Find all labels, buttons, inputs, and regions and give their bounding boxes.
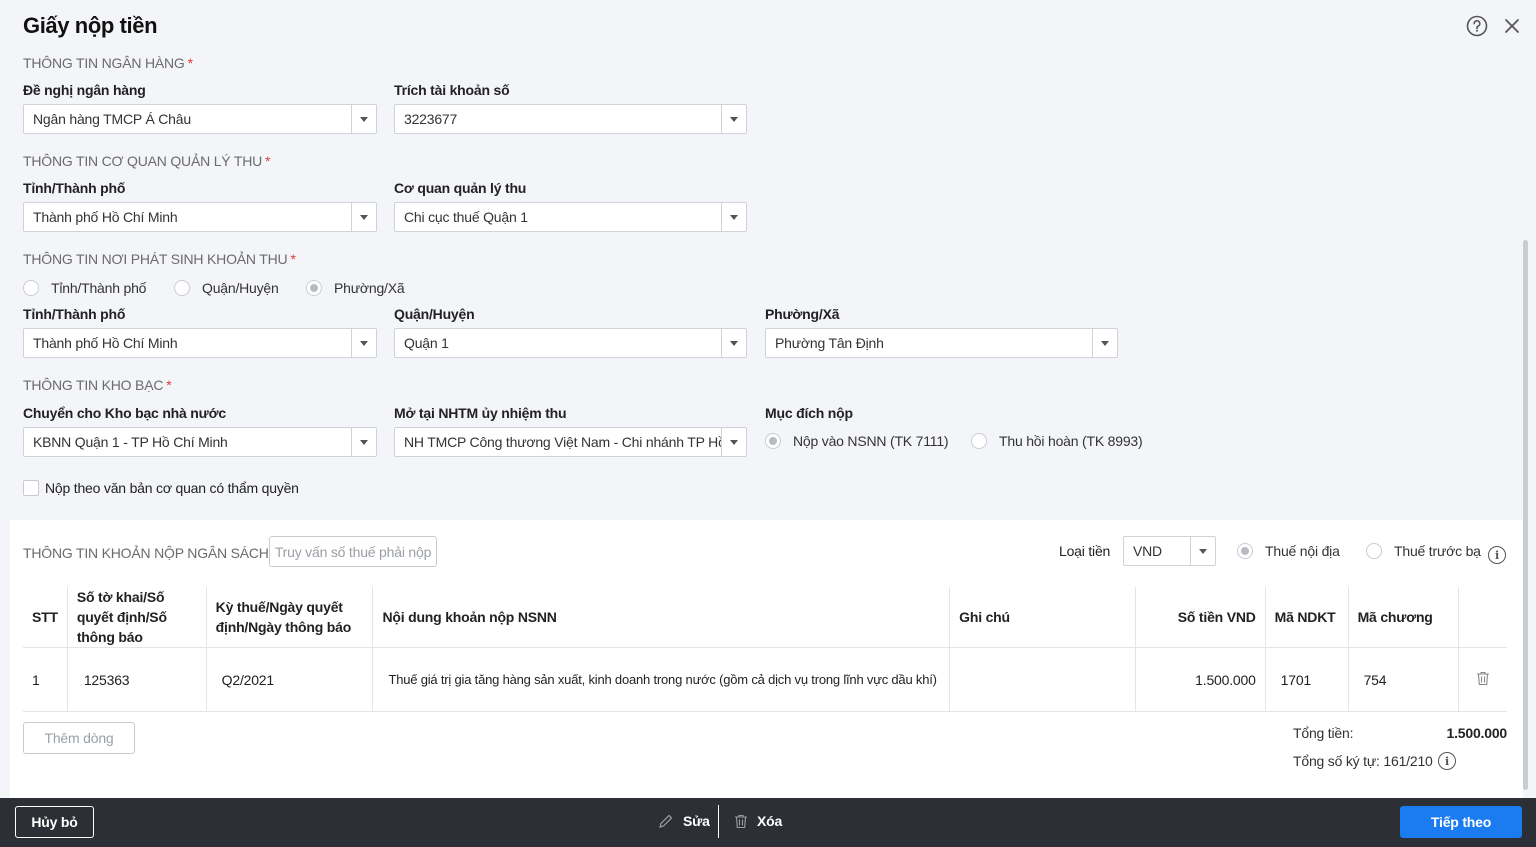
authority-doc-checkbox[interactable]	[23, 480, 39, 496]
agency-section-title: THÔNG TIN CƠ QUAN QUẢN LÝ THU *	[23, 153, 271, 169]
authority-doc-label: Nộp theo văn bản cơ quan có thẩm quyền	[45, 480, 299, 496]
treasury-select[interactable]: KBNN Quận 1 - TP Hồ Chí Minh	[23, 427, 377, 457]
origin-district-label: Quận/Huyện	[394, 306, 475, 322]
radio-ward[interactable]: Phường/Xã	[306, 280, 405, 296]
pencil-icon	[658, 813, 674, 829]
cell-note[interactable]	[949, 647, 1136, 712]
origin-district-select[interactable]: Quận 1	[394, 328, 747, 358]
chevron-down-icon[interactable]	[351, 428, 376, 456]
collect-bank-label: Mở tại NHTM ủy nhiệm thu	[394, 405, 567, 421]
cell-decl[interactable]: 125363	[67, 647, 207, 712]
agency-select[interactable]: Chi cục thuế Quận 1	[394, 202, 747, 232]
chevron-down-icon[interactable]	[721, 203, 746, 231]
char-count: Tổng số ký tự: 161/210	[1293, 753, 1433, 769]
chevron-down-icon[interactable]	[721, 428, 746, 456]
cell-ndkt[interactable]: 1701	[1265, 647, 1349, 712]
footer-divider	[718, 805, 719, 838]
chevron-down-icon[interactable]	[351, 105, 376, 133]
cancel-button[interactable]: Hủy bỏ	[15, 806, 94, 838]
cell-chapter[interactable]: 754	[1348, 647, 1460, 712]
col-stt: STT	[23, 587, 68, 648]
origin-province-label: Tỉnh/Thành phố	[23, 306, 126, 322]
delete-row-cell	[1458, 647, 1507, 712]
currency-select[interactable]: VND	[1123, 536, 1216, 566]
total-label: Tổng tiền:	[1293, 725, 1354, 741]
origin-ward-select[interactable]: Phường Tân Định	[765, 328, 1118, 358]
radio-purpose-refund[interactable]: Thu hồi hoàn (TK 8993)	[971, 433, 1143, 449]
treasury-label: Chuyển cho Kho bạc nhà nước	[23, 405, 226, 421]
purpose-label: Mục đích nộp	[765, 405, 853, 421]
radio-tax-registration[interactable]: Thuế trước bạ	[1366, 543, 1481, 559]
bank-label: Đề nghị ngân hàng	[23, 82, 146, 98]
account-select[interactable]: 3223677	[394, 104, 747, 134]
cell-period[interactable]: Q2/2021	[206, 647, 374, 712]
agency-province-select[interactable]: Thành phố Hồ Chí Minh	[23, 202, 377, 232]
agency-province-label: Tỉnh/Thành phố	[23, 180, 126, 196]
add-row-button[interactable]: Thêm dòng	[23, 722, 135, 754]
chevron-down-icon[interactable]	[351, 203, 376, 231]
next-button[interactable]: Tiếp theo	[1400, 806, 1522, 838]
chevron-down-icon[interactable]	[721, 329, 746, 357]
bank-select[interactable]: Ngân hàng TMCP Á Châu	[23, 104, 377, 134]
col-chapter: Mã chương	[1348, 587, 1460, 648]
trash-icon	[734, 814, 748, 829]
radio-purpose-nsnn[interactable]: Nộp vào NSNN (TK 7111)	[765, 433, 949, 449]
origin-ward-label: Phường/Xã	[765, 306, 840, 322]
treasury-section-title: THÔNG TIN KHO BẠC *	[23, 377, 172, 393]
col-period: Kỳ thuế/Ngày quyết định/Ngày thông báo	[206, 587, 374, 648]
radio-district[interactable]: Quận/Huyện	[174, 280, 279, 296]
table-header-row: STT Số tờ khai/Số quyết định/Số thông bá…	[23, 587, 1507, 648]
col-decl: Số tờ khai/Số quyết định/Số thông báo	[67, 587, 207, 648]
edit-button[interactable]: Sửa	[658, 813, 710, 829]
col-actions	[1458, 587, 1507, 648]
trash-icon[interactable]	[1476, 671, 1490, 689]
budget-section-title: THÔNG TIN KHOẢN NỘP NGÂN SÁCH	[23, 545, 269, 561]
currency-label: Loại tiền	[1059, 543, 1111, 559]
radio-province[interactable]: Tỉnh/Thành phố	[23, 280, 146, 296]
dialog-title: Giấy nộp tiền	[23, 13, 158, 38]
collect-bank-select[interactable]: NH TMCP Công thương Việt Nam - Chi nhánh…	[394, 427, 747, 457]
col-ndkt: Mã NDKT	[1265, 587, 1349, 648]
cell-stt: 1	[23, 647, 68, 712]
chevron-down-icon[interactable]	[1190, 537, 1215, 565]
col-content: Nội dung khoản nộp NSNN	[372, 587, 951, 648]
scrollbar[interactable]	[1523, 240, 1528, 790]
col-amount: Số tiền VND	[1135, 587, 1266, 648]
table-row[interactable]: 1 125363 Q2/2021 Thuế giá trị gia tăng h…	[23, 647, 1507, 712]
cell-amount[interactable]: 1.500.000	[1135, 647, 1266, 712]
help-icon[interactable]	[1466, 15, 1488, 37]
cell-content[interactable]: Thuế giá trị gia tăng hàng sản xuất, kin…	[372, 647, 951, 712]
budget-table: STT Số tờ khai/Số quyết định/Số thông bá…	[23, 587, 1507, 712]
chevron-down-icon[interactable]	[721, 105, 746, 133]
col-note: Ghi chú	[949, 587, 1136, 648]
lookup-tax-button[interactable]: Truy vấn số thuế phải nộp	[269, 536, 437, 567]
close-icon[interactable]	[1501, 15, 1523, 37]
chevron-down-icon[interactable]	[1092, 329, 1117, 357]
radio-tax-domestic[interactable]: Thuế nội địa	[1237, 543, 1340, 559]
bank-section-title: THÔNG TIN NGÂN HÀNG *	[23, 55, 193, 71]
delete-button[interactable]: Xóa	[734, 813, 782, 829]
total-value: 1.500.000	[1446, 725, 1508, 741]
info-icon[interactable]: i	[1488, 546, 1506, 564]
info-icon[interactable]: i	[1438, 752, 1456, 770]
account-label: Trích tài khoản số	[394, 82, 510, 98]
agency-label: Cơ quan quản lý thu	[394, 180, 527, 196]
chevron-down-icon[interactable]	[351, 329, 376, 357]
authority-doc-checkbox-row[interactable]: Nộp theo văn bản cơ quan có thẩm quyền	[23, 480, 299, 496]
origin-province-select[interactable]: Thành phố Hồ Chí Minh	[23, 328, 377, 358]
origin-section-title: THÔNG TIN NƠI PHÁT SINH KHOẢN THU *	[23, 251, 296, 267]
